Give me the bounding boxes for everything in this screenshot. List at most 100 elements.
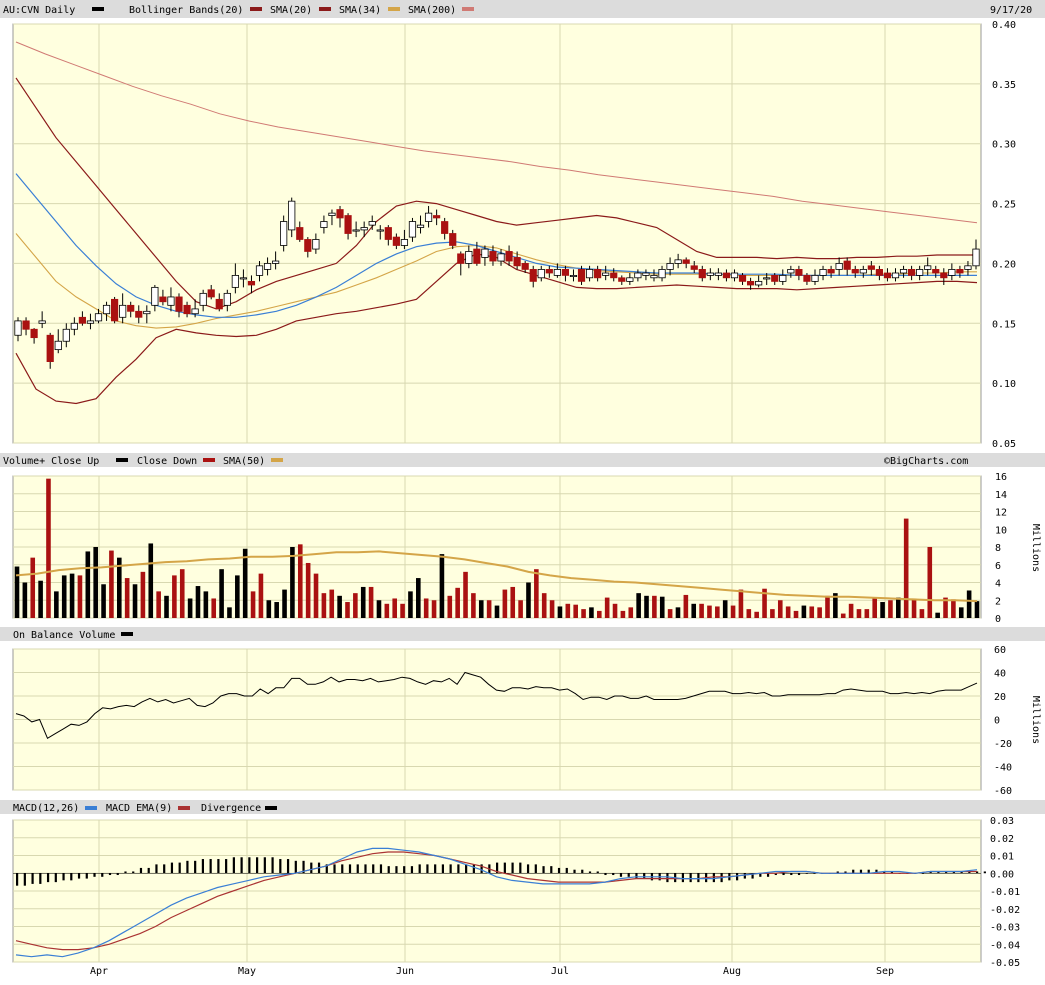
candle-body — [529, 269, 537, 282]
volume-bar — [888, 600, 893, 618]
candle-body — [899, 269, 908, 274]
volume-bar — [746, 609, 752, 618]
volume-bar — [958, 607, 964, 618]
candle-body — [972, 248, 980, 267]
volume-bar — [872, 598, 878, 618]
volume-bar — [589, 607, 594, 618]
volume-y-tick-label: 2 — [995, 596, 1001, 607]
divergence-bar — [635, 873, 638, 879]
divergence-bar — [286, 859, 290, 874]
divergence-bar — [356, 864, 359, 874]
divergence-bar — [163, 864, 166, 874]
volume-bar — [754, 611, 759, 618]
candle-body — [78, 316, 87, 324]
obv-y-tick-label: 0 — [994, 716, 1000, 727]
candle-body — [819, 269, 827, 276]
volume-y-tick-label: 12 — [995, 508, 1007, 519]
candle-body — [457, 253, 465, 264]
macd-legend-label: MACD(12,26) — [13, 803, 79, 814]
divergence-bar — [526, 864, 530, 874]
divergence-bar — [240, 857, 243, 874]
obv-y-tick-label: -60 — [994, 786, 1012, 797]
divergence-bar — [256, 857, 259, 874]
volume-bar — [738, 589, 744, 618]
volume-bar — [345, 602, 350, 618]
divergence-bar — [441, 864, 445, 874]
volume-bar — [581, 609, 586, 618]
divergence-swatch — [265, 806, 277, 810]
volume-bar — [856, 609, 862, 618]
volume-bar — [305, 562, 311, 618]
candle-body — [376, 229, 384, 232]
volume-bar — [502, 589, 508, 618]
macd-y-tick-label: 0.00 — [990, 869, 1014, 880]
volume-bar — [69, 573, 75, 618]
candle-body — [46, 334, 54, 362]
x-tick-label: Aug — [723, 966, 741, 977]
candle-body — [328, 212, 336, 216]
volume-bar — [211, 598, 217, 618]
legend-sma34-swatch — [388, 7, 400, 11]
divergence-bar — [503, 862, 506, 874]
volume-legend-sma-label: SMA(50) — [223, 456, 265, 467]
candle-body — [706, 272, 714, 276]
candle-body — [304, 239, 312, 252]
volume-bar — [22, 582, 28, 618]
divergence-bar — [743, 873, 746, 879]
volume-bar — [124, 578, 130, 618]
divergence-bar — [170, 862, 174, 874]
divergence-bar — [403, 866, 406, 874]
volume-bar — [699, 603, 704, 618]
x-tick-label: Apr — [90, 966, 108, 977]
x-tick-label: Sep — [876, 966, 894, 977]
candle-body — [433, 215, 441, 219]
volume-bar — [919, 609, 925, 618]
volume-bar — [675, 607, 681, 618]
candle-body — [738, 274, 747, 282]
candle-body — [30, 328, 38, 339]
candle-body — [489, 251, 497, 262]
candle-body — [924, 265, 932, 270]
divergence-bar — [62, 873, 65, 881]
volume-down-swatch — [203, 458, 215, 462]
divergence-bar — [85, 873, 88, 879]
candle-body — [280, 221, 288, 246]
symbol-label: AU:CVN Daily — [3, 5, 75, 16]
divergence-bar — [511, 862, 514, 874]
candle-body — [167, 296, 175, 306]
divergence-bar — [395, 866, 398, 874]
candle-body — [964, 265, 972, 270]
divergence-bar — [54, 873, 57, 883]
volume-bar — [203, 591, 209, 618]
candle-body — [642, 272, 650, 276]
volume-bar — [164, 595, 169, 618]
divergence-bar — [39, 873, 42, 884]
divergence-bar — [248, 857, 251, 874]
volume-bar — [85, 551, 91, 618]
volume-bar — [46, 478, 51, 618]
divergence-bar — [294, 860, 297, 874]
candle-body — [602, 272, 610, 276]
price-y-tick-label: 0.05 — [992, 439, 1016, 450]
candle-body — [907, 269, 916, 276]
volume-bar — [935, 612, 940, 618]
divergence-bar — [209, 859, 212, 874]
candle-body — [497, 253, 505, 262]
divergence-bar — [101, 873, 104, 877]
candle-body — [658, 269, 666, 279]
macd-y-tick-label: -0.03 — [990, 923, 1020, 934]
volume-bar — [321, 593, 327, 618]
candle-body — [183, 304, 191, 315]
divergence-bar — [681, 873, 685, 883]
volume-bar — [447, 595, 453, 618]
volume-y-tick-label: 8 — [995, 543, 1001, 554]
volume-bar — [235, 575, 240, 618]
legend-sma20-label: SMA(20) — [270, 5, 312, 16]
divergence-bar — [348, 864, 352, 874]
candle-body — [763, 277, 771, 280]
volume-y-tick-label: 14 — [995, 490, 1007, 501]
candle-body — [956, 269, 964, 274]
volume-bar — [903, 518, 909, 618]
candle-body — [320, 221, 328, 228]
volume-up-swatch — [116, 458, 128, 462]
